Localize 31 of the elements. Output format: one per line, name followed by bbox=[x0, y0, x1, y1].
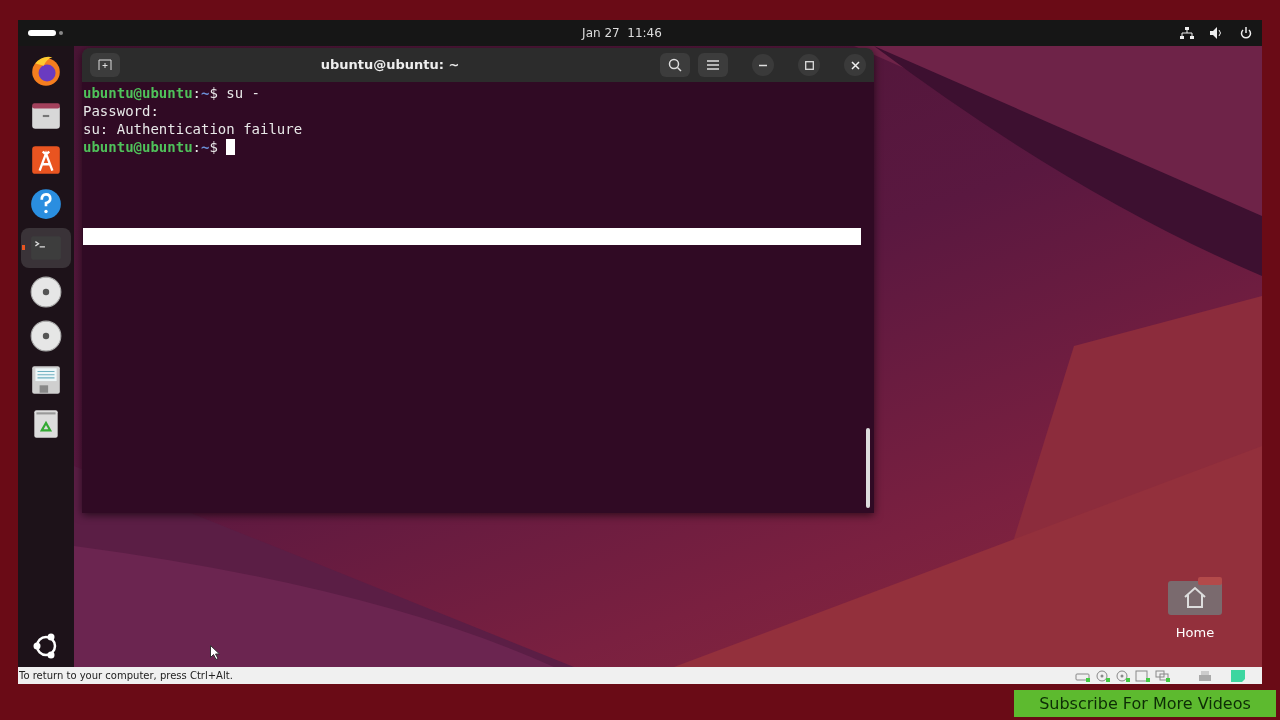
search-icon bbox=[668, 58, 682, 72]
new-tab-button[interactable] bbox=[90, 53, 120, 77]
menu-icon bbox=[707, 60, 719, 70]
scrollbar[interactable] bbox=[866, 428, 870, 508]
workspace-indicator-icon[interactable] bbox=[28, 29, 64, 37]
mouse-pointer-icon bbox=[210, 645, 221, 660]
close-button[interactable] bbox=[844, 54, 866, 76]
window-title: ubuntu@ubuntu: ~ bbox=[320, 57, 460, 73]
help-icon bbox=[29, 187, 63, 221]
volume-icon[interactable] bbox=[1210, 27, 1224, 39]
prompt-line: ubuntu@ubuntu:~$ bbox=[83, 138, 219, 156]
disc-icon bbox=[29, 275, 63, 309]
close-icon bbox=[850, 60, 860, 70]
maximize-icon bbox=[804, 60, 814, 70]
power-icon[interactable] bbox=[1240, 27, 1252, 39]
store-icon bbox=[29, 143, 63, 177]
home-folder-icon bbox=[1168, 577, 1222, 615]
disc-icon bbox=[29, 319, 63, 353]
new-tab-icon bbox=[98, 59, 112, 71]
prompt-line: ubuntu@ubuntu:~$ su - bbox=[83, 84, 262, 102]
maximize-button[interactable] bbox=[798, 54, 820, 76]
output-line: Password: bbox=[83, 102, 160, 120]
subscribe-banner: Subscribe For More Videos bbox=[1014, 690, 1276, 717]
status-hint: To return to your computer, press Ctrl+Alt. bbox=[19, 669, 233, 683]
menu-button[interactable] bbox=[698, 53, 728, 77]
minimize-icon bbox=[759, 63, 767, 67]
search-button[interactable] bbox=[660, 53, 690, 77]
output-line: su: Authentication failure bbox=[83, 120, 304, 138]
browser-icon bbox=[29, 55, 63, 89]
clock[interactable]: Jan 27 11:46 bbox=[582, 24, 662, 42]
network-icon[interactable] bbox=[1180, 27, 1194, 39]
